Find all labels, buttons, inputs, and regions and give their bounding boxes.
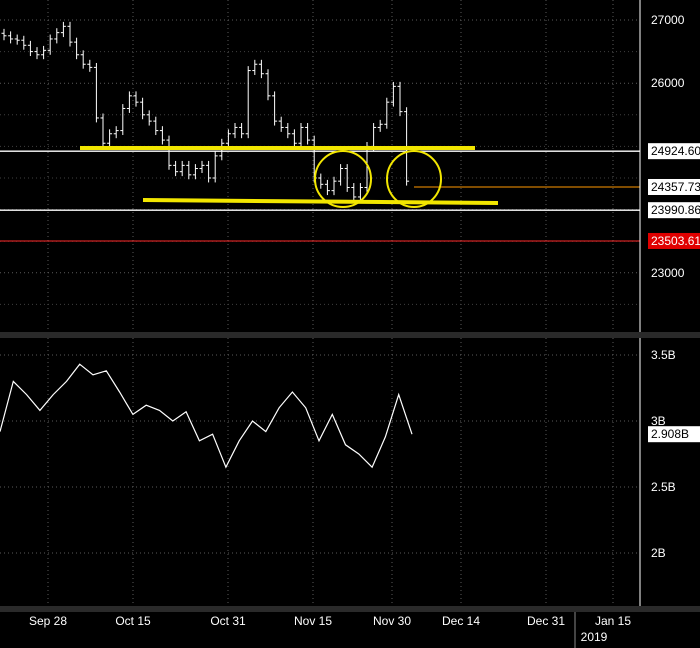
x-tick-label: Nov 15 [294, 614, 332, 628]
panel-separator-bottom [0, 606, 700, 612]
x-tick-label: Dec 14 [442, 614, 480, 628]
x-tick-label: Oct 15 [115, 614, 151, 628]
reference-tag-label: 23503.61 [651, 234, 700, 248]
volume-tick-label: 3.5B [651, 348, 676, 362]
x-tick-label: Nov 30 [373, 614, 411, 628]
price-tick-label: 27000 [651, 13, 685, 27]
volume-tick-label: 2B [651, 546, 666, 560]
price-tick-label: 26000 [651, 76, 685, 90]
x-tick-label: Jan 15 [595, 614, 631, 628]
reference-tag-label: 24924.60 [651, 144, 700, 158]
stock-chart: 24924.6024357.7323990.8623503.61 2.908B … [0, 0, 700, 648]
x-tick-label: Dec 31 [527, 614, 565, 628]
reference-tag-label: 24357.73 [651, 180, 700, 194]
price-tick-label: 23000 [651, 266, 685, 280]
chart-background [0, 0, 700, 648]
volume-tick-label: 3B [651, 414, 666, 428]
panel-separator [0, 332, 700, 338]
year-label: 2019 [581, 630, 608, 644]
volume-last-value-label: 2.908B [651, 427, 689, 441]
x-tick-label: Sep 28 [29, 614, 67, 628]
reference-tag-label: 23990.86 [651, 203, 700, 217]
x-tick-label: Oct 31 [210, 614, 246, 628]
volume-tick-label: 2.5B [651, 480, 676, 494]
